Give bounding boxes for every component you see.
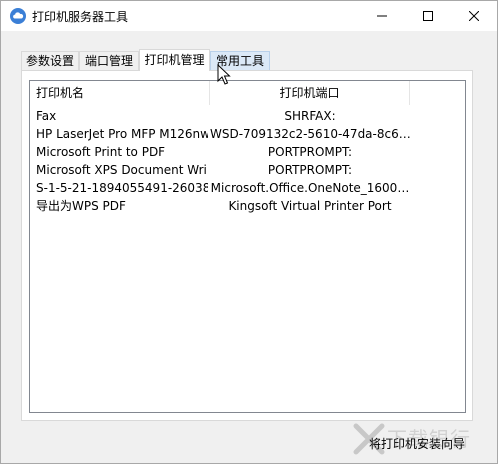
cloud-app-icon — [10, 8, 26, 24]
mouse-cursor-icon — [217, 64, 231, 85]
list-row[interactable]: Fax SHRFAX: — [30, 107, 465, 125]
list-row[interactable]: Microsoft XPS Document Wri… PORTPROMPT: — [30, 161, 465, 179]
tab-parameter-settings[interactable]: 参数设置 — [21, 51, 79, 70]
minimize-icon — [377, 15, 387, 17]
printer-list[interactable]: 打印机名 打印机端口 Fax SHRFAX: HP LaserJet Pro M… — [29, 80, 466, 413]
tab-panel-printer-management: 打印机名 打印机端口 Fax SHRFAX: HP LaserJet Pro M… — [21, 70, 473, 421]
printer-port-cell: Microsoft.Office.OneNote_1600… — [210, 181, 410, 195]
column-header-printer-name[interactable]: 打印机名 — [30, 81, 210, 105]
app-window: 打印机服务器工具 参数设置 端口管理 打印机管理 常用工具 打印机名 打印机端口… — [0, 0, 498, 464]
tab-printer-management[interactable]: 打印机管理 — [139, 49, 210, 71]
printer-name-cell: S-1-5-21-1894055491-26038… — [36, 181, 208, 195]
maximize-button[interactable] — [405, 1, 451, 31]
maximize-icon — [423, 11, 433, 21]
printer-name-cell: Microsoft XPS Document Wri… — [36, 163, 208, 177]
list-rows: Fax SHRFAX: HP LaserJet Pro MFP M126nw W… — [30, 107, 465, 215]
title-bar[interactable]: 打印机服务器工具 — [1, 1, 497, 31]
printer-name-cell: Microsoft Print to PDF — [36, 145, 166, 159]
printer-name-cell: 导出为WPS PDF — [36, 199, 126, 213]
list-header: 打印机名 打印机端口 — [30, 81, 465, 105]
list-row[interactable]: 导出为WPS PDF Kingsoft Virtual Printer Port — [30, 197, 465, 215]
printer-port-cell: SHRFAX: — [284, 109, 336, 123]
printer-port-cell: Kingsoft Virtual Printer Port — [228, 199, 392, 213]
printer-name-cell: HP LaserJet Pro MFP M126nw — [36, 127, 208, 141]
list-row[interactable]: S-1-5-21-1894055491-26038… Microsoft.Off… — [30, 179, 465, 197]
tab-port-management[interactable]: 端口管理 — [79, 51, 139, 70]
list-row[interactable]: HP LaserJet Pro MFP M126nw WSD-709132c2-… — [30, 125, 465, 143]
printer-install-wizard-link[interactable]: 将打印机安装向导 — [369, 435, 465, 452]
minimize-button[interactable] — [359, 1, 405, 31]
printer-port-cell: WSD-709132c2-5610-47da-8c6… — [210, 127, 410, 141]
window-title: 打印机服务器工具 — [32, 10, 129, 24]
close-button[interactable] — [451, 1, 497, 31]
printer-name-cell: Fax — [36, 109, 57, 123]
list-row[interactable]: Microsoft Print to PDF PORTPROMPT: — [30, 143, 465, 161]
printer-port-cell: PORTPROMPT: — [267, 145, 353, 159]
column-header-printer-port[interactable]: 打印机端口 — [210, 81, 410, 105]
printer-port-cell: PORTPROMPT: — [267, 163, 353, 177]
close-icon — [469, 11, 479, 21]
